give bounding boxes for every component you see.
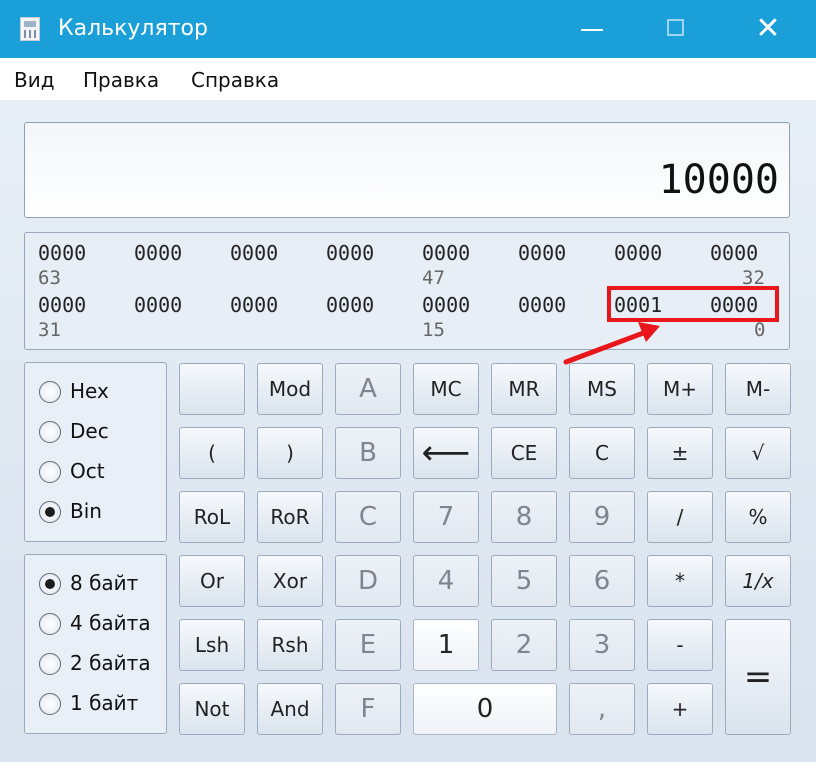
bit-group: 0000 [326,293,375,317]
multiply-button[interactable]: * [647,555,713,607]
subtract-button[interactable]: - [647,619,713,671]
mod-button[interactable]: Mod [257,363,323,415]
calculator-body: 10000 0000 0000 0000 0000 0000 0000 0000… [0,100,816,762]
add-button[interactable]: + [647,683,713,735]
percent-button[interactable]: % [725,491,791,543]
not-button[interactable]: Not [179,683,245,735]
clear-button[interactable]: C [569,427,635,479]
and-button[interactable]: And [257,683,323,735]
radio-label: Hex [70,379,109,403]
or-button[interactable]: Or [179,555,245,607]
bit-group: 0000 [518,241,567,265]
close-button[interactable]: ✕ [744,10,792,48]
blank-key[interactable] [179,363,245,415]
open-paren-button[interactable]: ( [179,427,245,479]
bit-position-label: 47 [422,267,445,289]
menu-help[interactable]: Справка [191,68,279,92]
memory-add-button[interactable]: M+ [647,363,713,415]
negate-button[interactable]: ± [647,427,713,479]
memory-recall-button[interactable]: MR [491,363,557,415]
bit-position-label: 63 [38,267,61,289]
radio-circle[interactable] [39,461,61,483]
bit-position-label: 31 [38,319,61,341]
radio-circle[interactable] [39,693,61,715]
memory-store-button[interactable]: MS [569,363,635,415]
digit-5-button[interactable]: 5 [491,555,557,607]
radio-circle[interactable] [39,653,61,675]
xor-button[interactable]: Xor [257,555,323,607]
digit-8-button[interactable]: 8 [491,491,557,543]
window-title: Калькулятор [58,16,208,41]
title-bar[interactable]: Калькулятор ✕ [0,0,816,58]
word-size-group: 8 байт 4 байта 2 байта 1 байт [24,554,167,734]
radio-circle-selected[interactable] [39,573,61,595]
digit-9-button[interactable]: 9 [569,491,635,543]
rotate-left-button[interactable]: RoL [179,491,245,543]
digit-1-button[interactable]: 1 [413,619,479,671]
hex-d-button[interactable]: D [335,555,401,607]
bit-group: 0000 [518,293,567,317]
clear-entry-button[interactable]: CE [491,427,557,479]
backspace-button[interactable]: ⟵ [413,427,479,479]
menu-bar: Вид Правка Справка [0,58,816,100]
digit-0-button[interactable]: 0 [413,683,557,735]
bit-group: 0000 [326,241,375,265]
annotation-highlight-box [607,286,779,322]
equals-button[interactable]: = [725,619,791,735]
hex-b-button[interactable]: B [335,427,401,479]
memory-clear-button[interactable]: MC [413,363,479,415]
bit-group: 0000 [38,293,87,317]
hex-e-button[interactable]: E [335,619,401,671]
bit-group: 0000 [614,241,663,265]
hex-c-button[interactable]: C [335,491,401,543]
radio-circle-selected[interactable] [39,501,61,523]
divide-button[interactable]: / [647,491,713,543]
reciprocal-button[interactable]: 1/x [725,555,791,607]
bit-position-label: 15 [422,319,445,341]
radio-label: Bin [70,499,102,523]
rotate-right-button[interactable]: RoR [257,491,323,543]
radio-circle[interactable] [39,381,61,403]
memory-subtract-button[interactable]: M- [725,363,791,415]
maximize-button[interactable] [653,10,701,48]
bit-group: 0000 [38,241,87,265]
radio-circle[interactable] [39,613,61,635]
menu-view[interactable]: Вид [14,68,55,92]
annotation-arrow-icon [563,322,660,365]
digit-4-button[interactable]: 4 [413,555,479,607]
hex-f-button[interactable]: F [335,683,401,735]
radio-label: 2 байта [70,651,151,675]
radio-label: 4 байта [70,611,151,635]
bit-group: 0000 [710,241,759,265]
bit-group: 0000 [134,241,183,265]
hex-a-button[interactable]: A [335,363,401,415]
decimal-button[interactable]: , [569,683,635,735]
radio-label: 1 байт [70,691,139,715]
minimize-button[interactable] [568,10,616,48]
result-display: 10000 [24,122,790,218]
calculator-icon [20,17,40,41]
bit-group: 0000 [422,293,471,317]
radio-label: Dec [70,419,109,443]
digit-6-button[interactable]: 6 [569,555,635,607]
close-paren-button[interactable]: ) [257,427,323,479]
radio-label: 8 байт [70,571,139,595]
square-root-button[interactable]: √ [725,427,791,479]
bit-group: 0000 [422,241,471,265]
radio-label: Oct [70,459,105,483]
digit-2-button[interactable]: 2 [491,619,557,671]
digit-7-button[interactable]: 7 [413,491,479,543]
left-shift-button[interactable]: Lsh [179,619,245,671]
radio-circle[interactable] [39,421,61,443]
menu-edit[interactable]: Правка [83,68,159,92]
bit-group: 0000 [230,293,279,317]
display-value: 10000 [658,157,779,203]
bit-group: 0000 [134,293,183,317]
radix-group: Hex Dec Oct Bin [24,362,167,542]
bit-position-label: 0 [754,319,766,341]
right-shift-button[interactable]: Rsh [257,619,323,671]
bit-group: 0000 [230,241,279,265]
digit-3-button[interactable]: 3 [569,619,635,671]
